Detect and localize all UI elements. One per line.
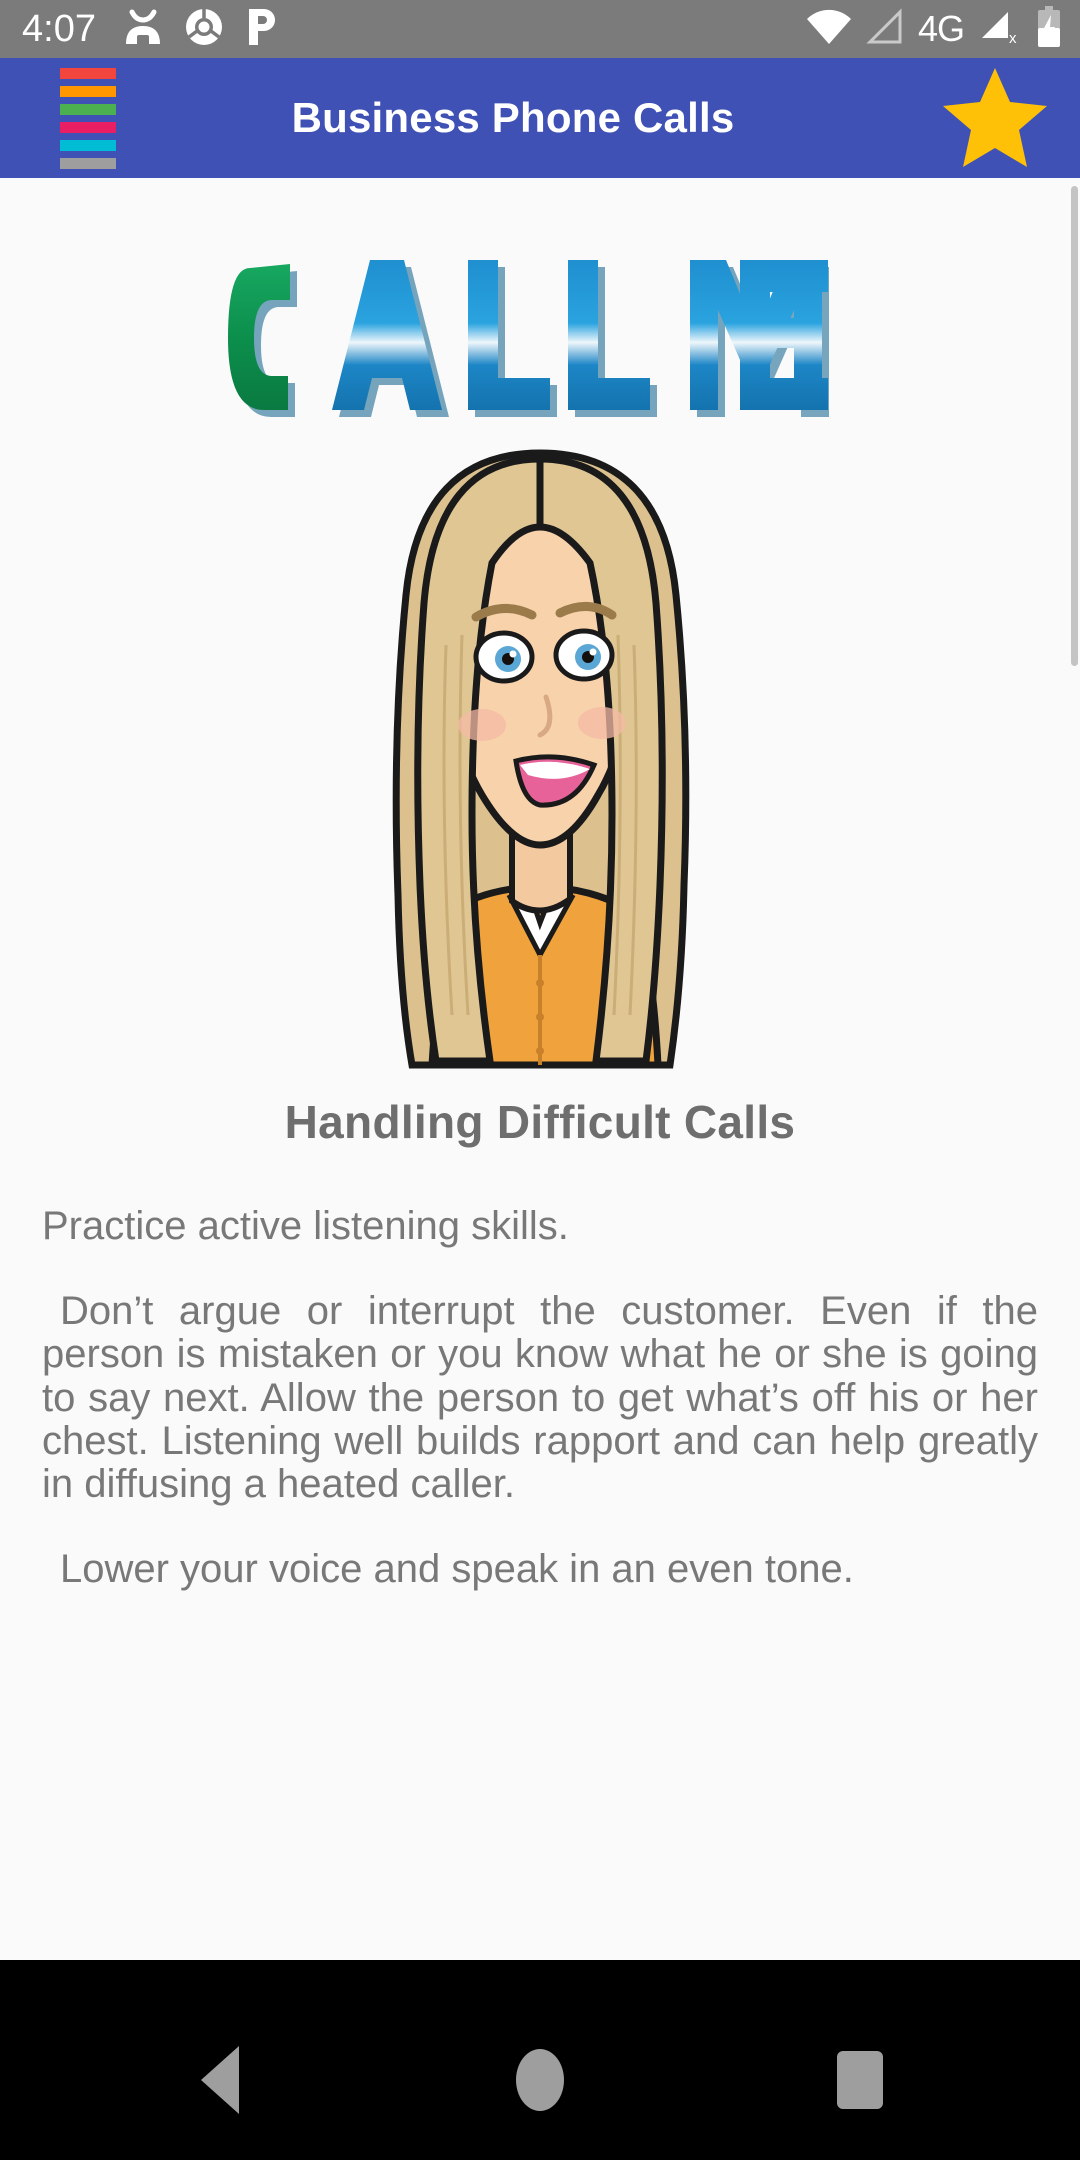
section-title: Handling Difficult Calls xyxy=(284,1096,796,1148)
recents-square-icon xyxy=(837,2051,883,2109)
home-nav-button[interactable] xyxy=(480,2020,600,2140)
wifi-icon xyxy=(806,8,852,51)
status-bar: 4:07 4G x xyxy=(0,0,1080,58)
phone-screen: 4:07 4G x Business Phone Calls Handling … xyxy=(0,0,1080,2160)
scrollbar-thumb[interactable] xyxy=(1071,186,1078,666)
menu-stripe-1 xyxy=(60,67,116,79)
android-navigation-bar xyxy=(0,2000,1080,2160)
signal-outline-icon xyxy=(866,7,904,51)
chrome-icon xyxy=(184,7,224,52)
signal-no-service-icon: x xyxy=(978,8,1022,51)
hero-section xyxy=(0,178,1080,1075)
star-favorite-icon[interactable] xyxy=(920,58,1070,178)
recents-nav-button[interactable] xyxy=(800,2020,920,2140)
paragraph-1: Practice active listening skills. xyxy=(42,1204,569,1248)
back-triangle-icon xyxy=(201,2046,239,2114)
scrollable-content[interactable]: Handling Difficult Calls Practice active… xyxy=(0,178,1080,1960)
status-bar-clock: 4:07 xyxy=(22,8,96,50)
menu-stripe-6 xyxy=(60,157,116,169)
pandora-p-icon xyxy=(244,7,278,52)
page-title: Business Phone Calls xyxy=(291,94,735,141)
contact-silhouette-icon xyxy=(122,8,164,51)
home-circle-icon xyxy=(516,2049,564,2111)
status-bar-notification-icons xyxy=(122,7,278,52)
back-nav-button[interactable] xyxy=(160,2020,280,2140)
status-bar-system-icons: 4G x xyxy=(806,5,1062,53)
battery-charging-icon xyxy=(1036,5,1062,53)
paragraph-3: Lower your voice and speak in an even to… xyxy=(60,1547,854,1592)
bitmoji-woman-avatar xyxy=(340,435,740,1075)
content-scrollbar[interactable] xyxy=(1070,178,1080,1960)
content-inner: Handling Difficult Calls Practice active… xyxy=(0,178,1080,1631)
app-bar: Business Phone Calls xyxy=(0,58,1080,178)
article-body: Practice active listening skills. Don’t … xyxy=(0,1204,1080,1592)
paragraph-2: Don’t argue or interrupt the customer. E… xyxy=(42,1289,1038,1506)
svg-text:x: x xyxy=(1009,30,1017,46)
network-type-label: 4G xyxy=(917,8,965,49)
call-me-banner-image xyxy=(220,238,860,443)
